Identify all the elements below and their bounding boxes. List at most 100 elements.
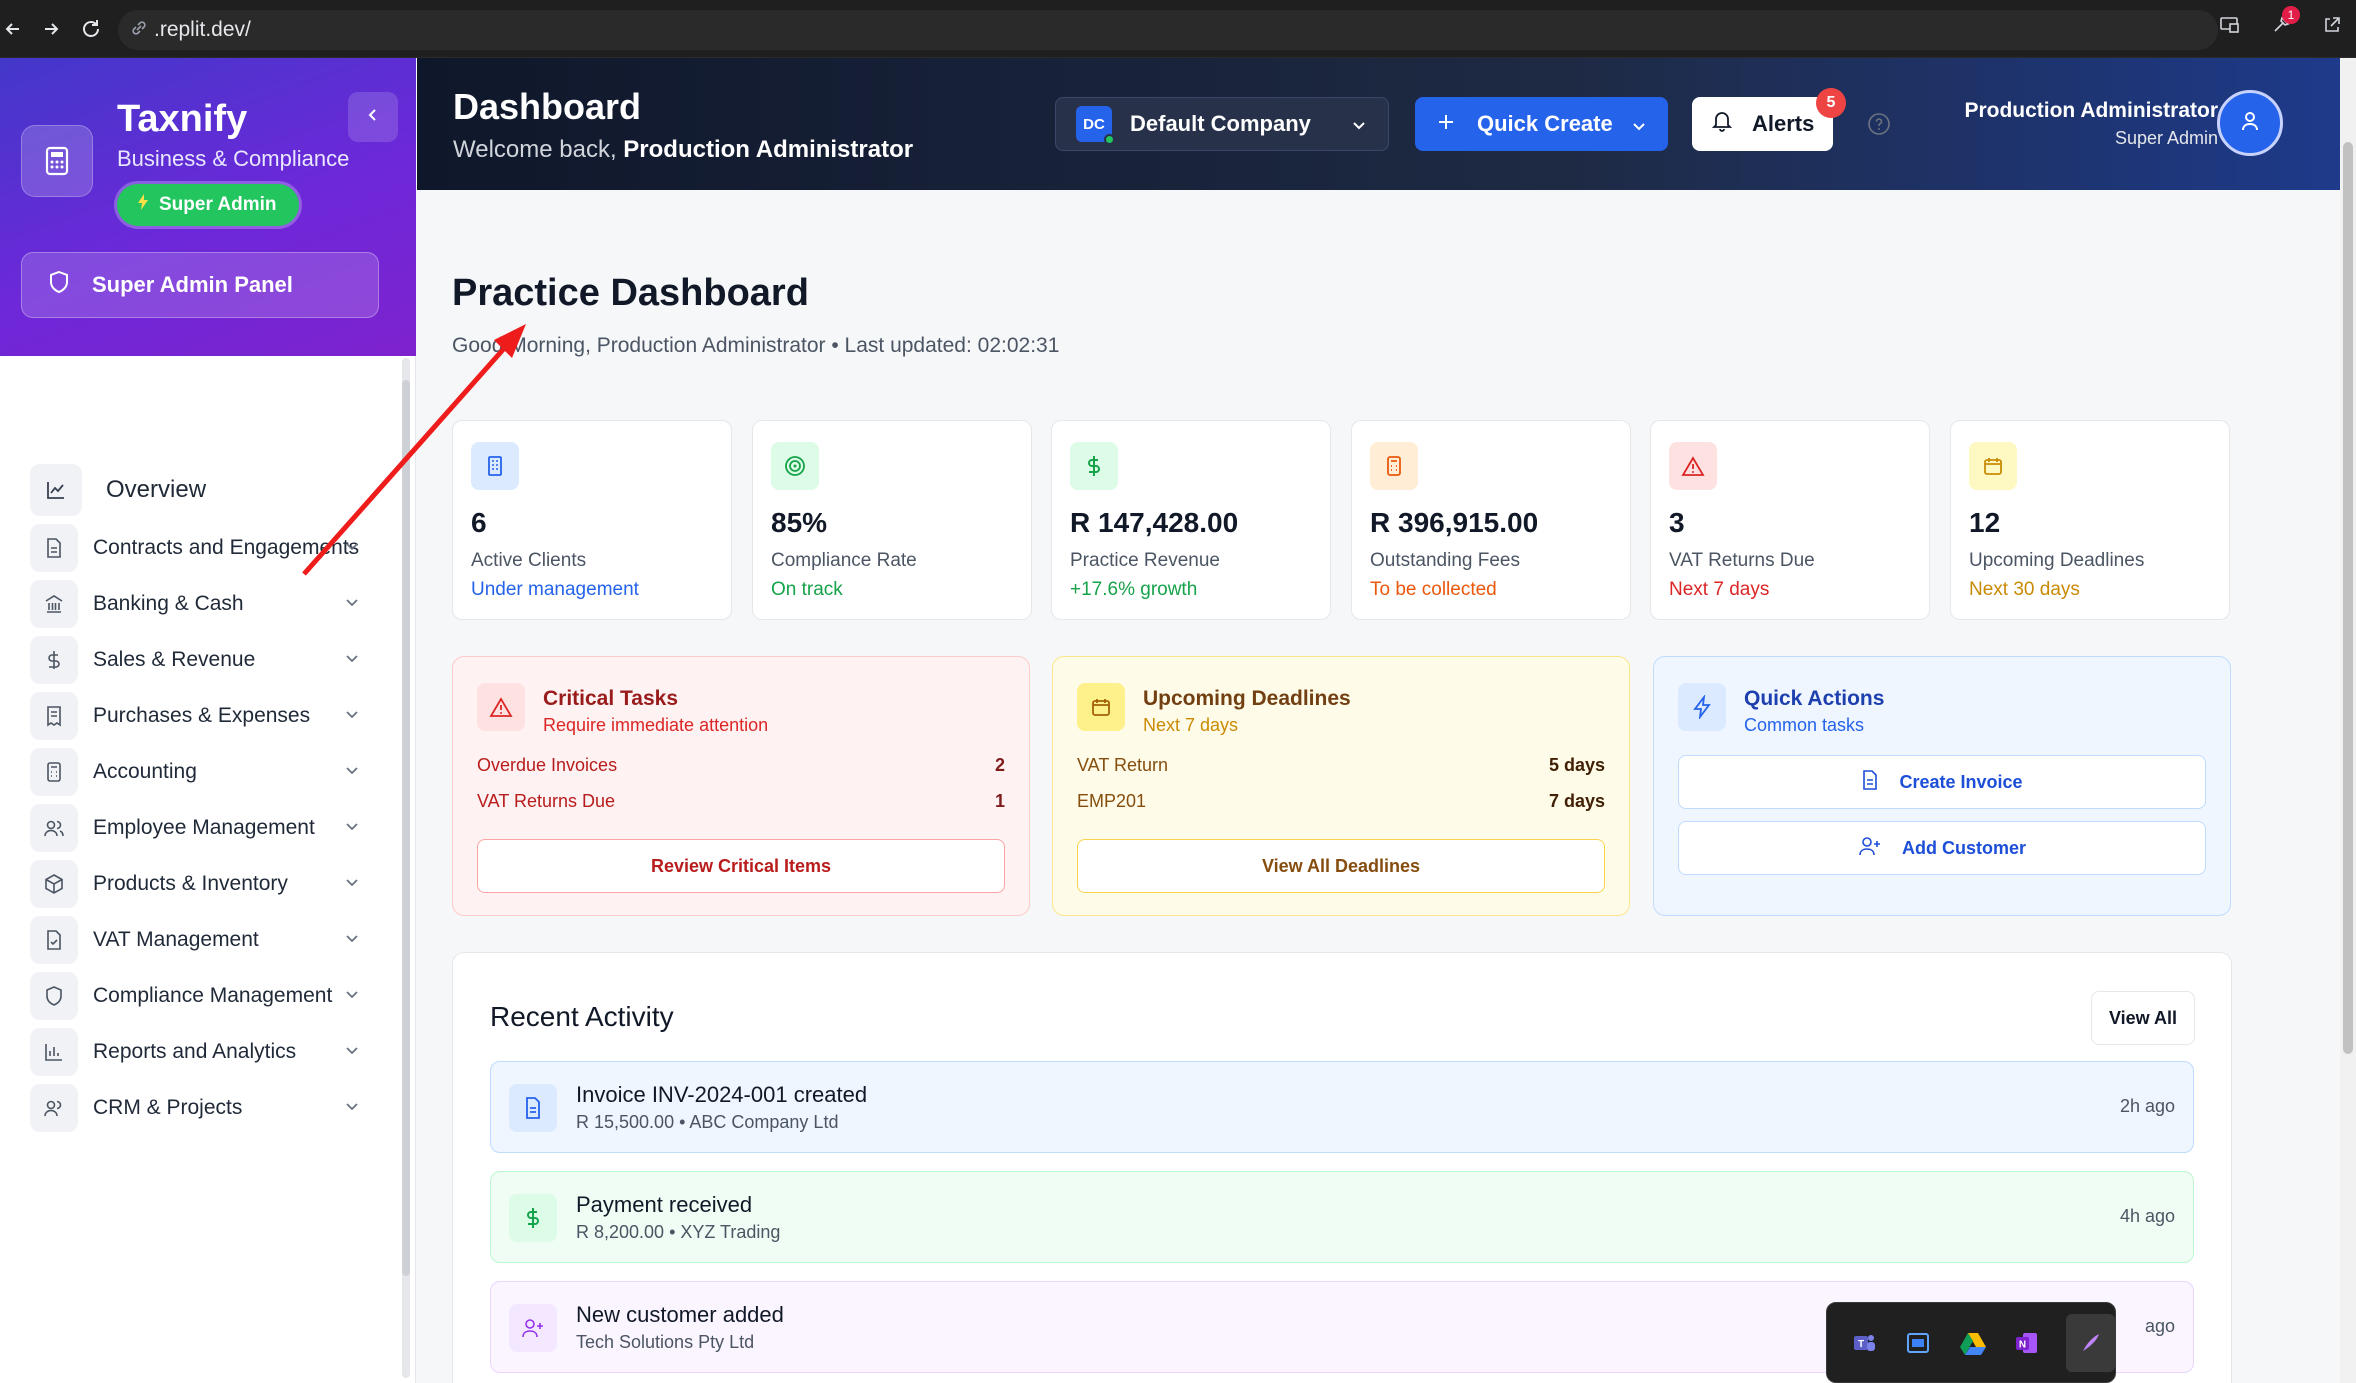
extension-icon[interactable]: 1: [2270, 6, 2300, 41]
company-name: Default Company: [1130, 111, 1311, 136]
sidebar-item-label: Employee Management: [93, 816, 315, 839]
pen-annotation-icon[interactable]: [2066, 1313, 2115, 1372]
forward-arrow-icon: [38, 16, 64, 42]
receipt-icon: [30, 692, 78, 740]
add-customer-button[interactable]: Add Customer: [1678, 821, 2206, 875]
site-info-icon[interactable]: [130, 19, 148, 42]
alerts-button[interactable]: Alerts: [1692, 97, 1833, 151]
sidebar-item-overview[interactable]: Overview: [30, 462, 370, 518]
stat-note: On track: [771, 579, 843, 600]
back-button[interactable]: [0, 16, 26, 42]
floating-taskbar: T N: [1826, 1302, 2116, 1383]
brand-tagline: Business & Compliance: [117, 146, 350, 171]
stat-card-vat-returns[interactable]: 3 VAT Returns Due Next 7 days: [1650, 420, 1930, 620]
row-value: 2: [994, 755, 1005, 775]
stat-value: 12: [1969, 507, 2001, 538]
open-external-icon[interactable]: [2322, 15, 2342, 40]
shield-icon: [30, 972, 78, 1020]
calculator-logo-icon: [21, 125, 93, 197]
row-value: 1: [994, 791, 1005, 811]
reload-icon: [78, 16, 104, 42]
sidebar-item-label: Overview: [106, 476, 207, 503]
sidebar-item-contracts[interactable]: Contracts and Engagements: [30, 520, 370, 576]
user-icon: [2238, 109, 2262, 138]
sidebar-item-label: Products & Inventory: [93, 872, 288, 895]
stat-card-outstanding-fees[interactable]: R 396,915.00 Outstanding Fees To be coll…: [1351, 420, 1631, 620]
chevron-down-icon: [344, 818, 360, 839]
calendar-icon: [1077, 683, 1125, 731]
view-all-button[interactable]: View All: [2091, 991, 2195, 1045]
bell-icon: [1711, 110, 1733, 138]
chevron-down-icon: [344, 986, 360, 1007]
teams-icon[interactable]: T: [1849, 1325, 1879, 1361]
activity-time: 2h ago: [2119, 1096, 2175, 1116]
stat-card-practice-revenue[interactable]: R 147,428.00 Practice Revenue +17.6% gro…: [1051, 420, 1331, 620]
document-icon: [30, 524, 78, 572]
chevron-down-icon: [344, 930, 360, 951]
stat-card-active-clients[interactable]: 6 Active Clients Under management: [452, 420, 732, 620]
user-name: Production Administrator: [1964, 99, 2218, 122]
add-customer-label: Add Customer: [1901, 837, 2026, 858]
stat-card-compliance-rate[interactable]: 85% Compliance Rate On track: [752, 420, 1032, 620]
url-text: .replit.dev/: [154, 18, 251, 41]
stat-label: Active Clients: [471, 550, 587, 571]
panel-row: EMP201 7 days: [1077, 791, 1605, 812]
sidebar-item-compliance[interactable]: Compliance Management: [30, 968, 370, 1024]
quick-create-button[interactable]: Quick Create: [1415, 97, 1668, 151]
sidebar-item-products[interactable]: Products & Inventory: [30, 856, 370, 912]
recent-activity-title: Recent Activity: [490, 1001, 674, 1032]
help-icon[interactable]: [1867, 112, 1891, 141]
review-critical-items-button[interactable]: Review Critical Items: [477, 839, 1005, 893]
page-subtitle: Good Morning, Production Administrator •…: [452, 334, 1060, 357]
sidebar-item-reports[interactable]: Reports and Analytics: [30, 1024, 370, 1080]
page-scroll-thumb[interactable]: [2343, 142, 2353, 1054]
activity-row[interactable]: Invoice INV-2024-001 created R 15,500.00…: [490, 1061, 2194, 1153]
sidebar-item-employees[interactable]: Employee Management: [30, 800, 370, 856]
activity-title: Payment received: [576, 1192, 753, 1217]
stat-card-upcoming-deadlines[interactable]: 12 Upcoming Deadlines Next 30 days: [1950, 420, 2230, 620]
create-invoice-button[interactable]: Create Invoice: [1678, 755, 2206, 809]
sidebar-item-sales[interactable]: Sales & Revenue: [30, 632, 370, 688]
google-drive-icon[interactable]: [1958, 1325, 1988, 1361]
sidebar-item-label: Accounting: [93, 760, 197, 783]
shield-icon: [48, 270, 70, 300]
view-all-deadlines-button[interactable]: View All Deadlines: [1077, 839, 1605, 893]
sidebar-item-banking[interactable]: Banking & Cash: [30, 576, 370, 632]
create-invoice-label: Create Invoice: [1899, 771, 2023, 792]
company-avatar: DC: [1076, 106, 1115, 145]
super-admin-panel-button[interactable]: Super Admin Panel: [21, 252, 379, 318]
welcome-user-name: Production Administrator: [623, 136, 914, 163]
panel-subtitle: Common tasks: [1744, 715, 1865, 735]
app-window-icon[interactable]: [1903, 1325, 1933, 1361]
activity-row[interactable]: Payment received R 8,200.00 • XYZ Tradin…: [490, 1171, 2194, 1263]
sidebar-item-purchases[interactable]: Purchases & Expenses: [30, 688, 370, 744]
super-admin-badge: Super Admin: [117, 184, 299, 226]
user-avatar[interactable]: [2217, 90, 2283, 156]
activity-subtitle: R 8,200.00 • XYZ Trading: [576, 1222, 781, 1242]
forward-button[interactable]: [38, 16, 64, 42]
activity-title: New customer added: [576, 1302, 784, 1327]
svg-text:T: T: [1858, 1339, 1864, 1350]
users-icon: [30, 804, 78, 852]
row-value: 7 days: [1548, 791, 1605, 811]
sidebar-item-crm[interactable]: CRM & Projects: [30, 1080, 370, 1136]
plus-icon: [1437, 111, 1455, 137]
panel-row: VAT Returns Due 1: [477, 791, 1005, 812]
extension-badge: 1: [2282, 6, 2300, 24]
panel-title: Critical Tasks: [543, 687, 679, 710]
sidebar-item-vat[interactable]: VAT Management: [30, 912, 370, 968]
reload-button[interactable]: [78, 16, 104, 42]
cast-icon[interactable]: [2218, 14, 2240, 41]
stat-note: Under management: [471, 579, 639, 600]
chevron-down-icon: [344, 650, 360, 671]
chevron-down-icon: [344, 538, 360, 559]
file-check-icon: [30, 916, 78, 964]
company-selector[interactable]: DC Default Company: [1055, 97, 1389, 151]
activity-title: Invoice INV-2024-001 created: [576, 1082, 868, 1107]
sidebar-item-accounting[interactable]: Accounting: [30, 744, 370, 800]
lightning-icon: [137, 194, 149, 216]
address-bar[interactable]: .replit.dev/: [118, 10, 2218, 50]
sidebar-scroll-thumb[interactable]: [402, 380, 410, 1276]
onenote-icon[interactable]: N: [2012, 1325, 2042, 1361]
collapse-sidebar-button[interactable]: [348, 92, 398, 142]
